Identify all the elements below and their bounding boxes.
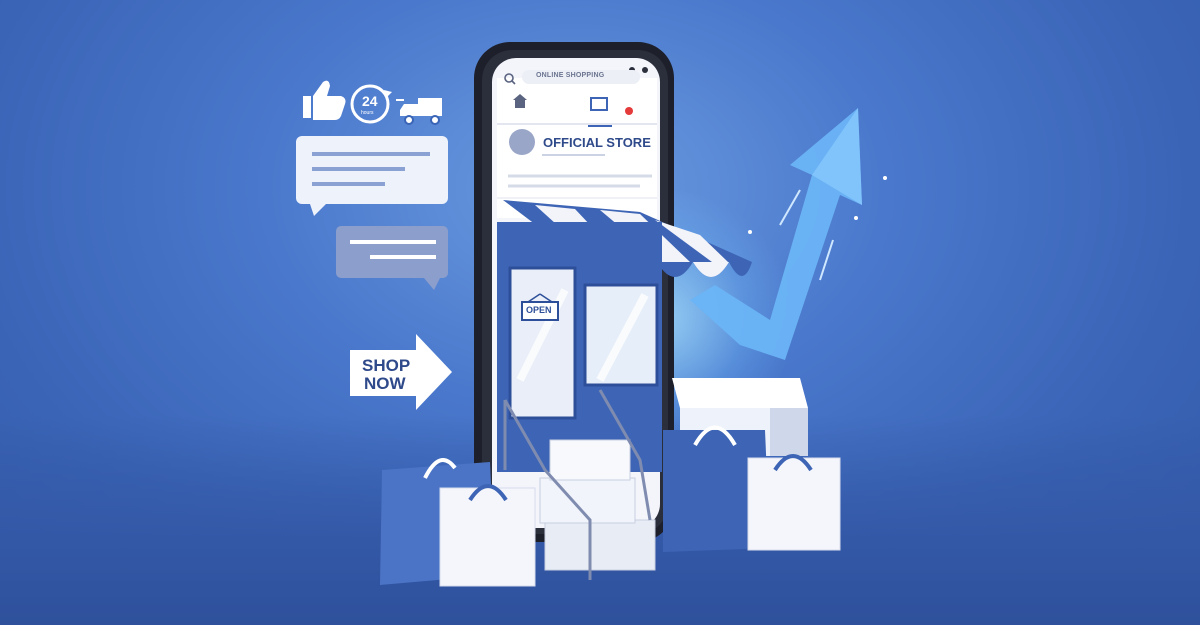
shop-now-line1: SHOP <box>362 356 411 375</box>
store-title: OFFICIAL STORE <box>543 135 651 150</box>
store-avatar <box>509 129 535 155</box>
search-bar-text: ONLINE SHOPPING <box>536 72 605 79</box>
chat-bubble-small <box>336 226 448 290</box>
scene-svg <box>296 42 887 587</box>
hours-label: 24 <box>362 93 378 109</box>
delivery-truck-icon <box>396 98 442 125</box>
shop-now-line2: NOW <box>364 374 406 393</box>
notification-icon <box>625 107 633 115</box>
door-sign-text: OPEN <box>526 305 552 315</box>
growth-arrow <box>690 108 887 360</box>
thumbs-up-icon <box>303 80 346 120</box>
hero-illustration: ONLINE SHOPPING OFFICIAL STORE OPEN 24 h… <box>0 0 1200 625</box>
hours-sub: hours <box>361 110 374 116</box>
chat-bubble-large <box>296 136 448 216</box>
storefront <box>497 222 662 472</box>
